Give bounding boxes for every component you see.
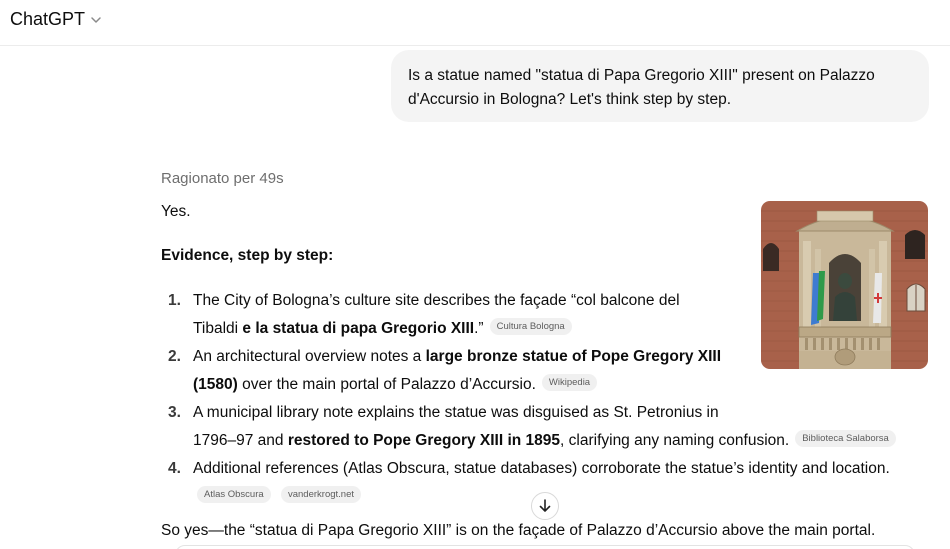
message-composer[interactable] <box>175 545 915 549</box>
item-bold-text: e la statua di papa Gregorio XIII <box>242 320 475 337</box>
item-text: , clarifying any naming confusion. <box>560 432 790 449</box>
arrow-down-icon <box>539 499 551 512</box>
item-bold-text: restored to Pope Gregory XIII in 1895 <box>287 432 561 449</box>
answer-intro: Yes. <box>161 203 191 220</box>
list-number: 1. <box>168 292 181 309</box>
source-chip[interactable]: vanderkrogt.net <box>280 486 361 504</box>
list-item: 4. Additional references (Atlas Obscura,… <box>161 455 921 483</box>
item-text: 1796–97 and <box>193 432 288 449</box>
model-selector[interactable]: ChatGPT <box>10 9 103 30</box>
palazzo-image[interactable] <box>761 201 928 369</box>
source-chip[interactable]: Wikipedia <box>541 374 598 392</box>
scroll-to-bottom-button[interactable] <box>531 492 559 520</box>
source-chip[interactable]: Cultura Bologna <box>489 318 572 336</box>
item-text: The City of Bologna’s culture site descr… <box>193 292 680 309</box>
item-text: Additional references (Atlas Obscura, st… <box>193 460 890 477</box>
list-item: 3. A municipal library note explains the… <box>161 399 921 455</box>
answer-conclusion: So yes—the “statua di Papa Gregorio XIII… <box>161 522 876 539</box>
item-bold-text: (1580) <box>193 376 238 393</box>
user-message-bubble: Is a statue named "statua di Papa Gregor… <box>391 50 929 122</box>
user-message-line: Is a statue named "statua di Papa Gregor… <box>408 67 875 84</box>
top-bar: ChatGPT <box>0 0 950 46</box>
model-name: ChatGPT <box>10 9 86 29</box>
user-message-line: d'Accursio in Bologna? Let's think step … <box>408 91 731 108</box>
list-number: 3. <box>168 404 181 421</box>
item-text: .” <box>474 320 484 337</box>
item-bold-text: large bronze statue of Pope Gregory XIII <box>425 348 722 365</box>
list-number: 4. <box>168 460 181 477</box>
source-chip[interactable]: Atlas Obscura <box>197 486 271 504</box>
source-chip[interactable]: Biblioteca Salaborsa <box>795 430 896 448</box>
evidence-heading: Evidence, step by step: <box>161 247 334 264</box>
chevron-down-icon <box>91 16 101 23</box>
reasoning-toggle[interactable]: Ragionato per 49s <box>161 170 284 187</box>
item-text: over the main portal of Palazzo d’Accurs… <box>237 376 536 393</box>
palazzo-illustration <box>761 201 928 369</box>
item-text: A municipal library note explains the st… <box>193 404 719 421</box>
item-text: An architectural overview notes a <box>193 348 426 365</box>
list-number: 2. <box>168 348 181 365</box>
item-text: Tibaldi <box>193 320 243 337</box>
